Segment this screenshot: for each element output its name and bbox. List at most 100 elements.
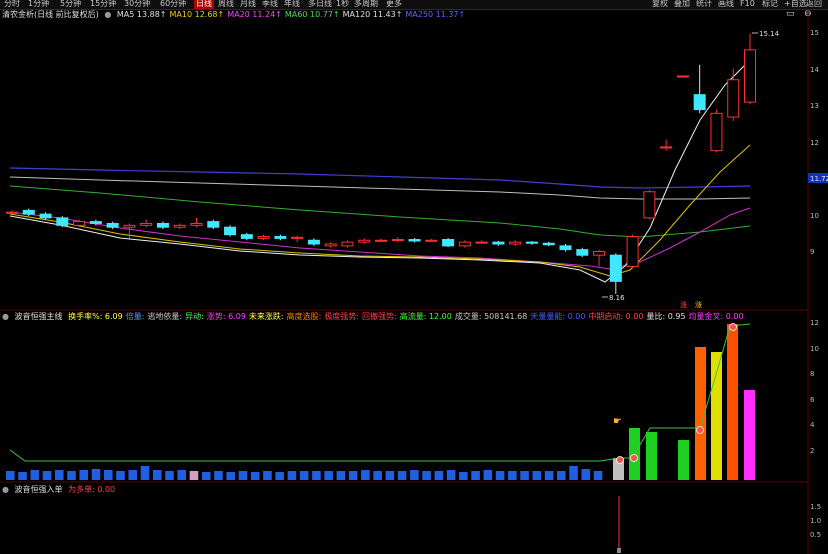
axis-tick: 12 <box>810 319 819 327</box>
candle-body <box>710 112 723 152</box>
axis-tick: 15 <box>810 29 819 37</box>
high-price-label: 15.14 <box>759 30 780 38</box>
candle-body <box>727 79 740 118</box>
candle-body <box>676 75 689 78</box>
candle-body <box>458 241 471 247</box>
candle-body <box>492 241 505 245</box>
indicator-bar <box>336 471 346 480</box>
indicator-bar <box>483 470 493 480</box>
candle-body <box>207 221 220 228</box>
ma10-line <box>9 144 751 277</box>
indicator-bar <box>361 470 370 480</box>
axis-tick: 8 <box>810 370 815 378</box>
candle-body <box>576 249 589 256</box>
candle-body <box>56 217 69 226</box>
candle-body <box>291 236 304 239</box>
indicator-bar <box>569 466 578 480</box>
hand-cursor-icon: ☛ <box>613 416 622 427</box>
legend-item: 涨势: 6.09 <box>206 312 246 321</box>
candle-body <box>643 191 656 219</box>
indicator-bar <box>434 471 444 480</box>
candle-body <box>324 243 337 247</box>
candle-body <box>89 221 102 224</box>
axis-tick: 10 <box>810 344 819 353</box>
candle-body <box>475 241 488 244</box>
indicator-bar <box>581 469 591 480</box>
indicator-values: 换手率%: 6.09 倍量: 逃地依量: 异动: 涨势: 6.09 未来涨跌: 高度选股: 极… <box>68 312 747 321</box>
gear-icon[interactable]: ● <box>2 312 9 321</box>
indicator-bar <box>42 471 52 480</box>
indicator-bar <box>544 471 554 480</box>
axis-tick: 10 <box>810 211 819 220</box>
indicator-bar <box>508 471 517 480</box>
indicator-bar <box>348 471 358 480</box>
candle-body <box>6 211 18 214</box>
indicator-bar <box>128 470 138 480</box>
indicator-bar <box>520 471 529 480</box>
axis-tick: 12 <box>810 138 819 147</box>
indicator-bar <box>165 471 174 480</box>
axis-tick: 4 <box>810 421 815 429</box>
sub-legend: ● 波音恒强入单 为多单: 0.00 <box>2 484 121 496</box>
signal-bar <box>678 440 689 480</box>
indicator-bar <box>312 471 321 480</box>
legend-item: 天量量能: 0.00 <box>530 312 586 321</box>
indicator-legend: ● 波音恒强主线 换手率%: 6.09 倍量: 逃地依量: 异动: 涨势: 6.09 未来… <box>2 311 750 323</box>
candle-body <box>140 222 153 226</box>
candle-body <box>693 94 706 111</box>
chart-area[interactable]: 15.14 8.16 涨 涨 11.72 ☛ <box>0 0 828 554</box>
indicator-bar <box>67 471 76 480</box>
candle-body <box>73 221 86 226</box>
legend-item: 倍量: <box>125 312 145 321</box>
axis-tick: 1.0 <box>810 517 822 525</box>
candle-body <box>626 236 639 267</box>
legend-item: 中期启动: 0.00 <box>588 312 644 321</box>
indicator-bar <box>397 471 407 480</box>
indicator-bar <box>152 470 162 480</box>
legend-item: 极度强势: <box>324 312 360 321</box>
gear-icon[interactable]: ● <box>2 485 9 494</box>
candle-body <box>408 239 421 242</box>
ma250-line <box>9 167 751 189</box>
indicator-bar <box>299 471 309 480</box>
legend-item: 量比: 0.95 <box>646 312 686 321</box>
candle-body <box>173 224 186 228</box>
candle-body <box>224 226 237 236</box>
indicator-title: 波音恒强主线 <box>14 312 63 321</box>
signal-bar <box>646 432 657 480</box>
axis-tick: 9 <box>810 248 815 256</box>
signal-bar <box>727 324 738 480</box>
indicator-bar <box>238 471 248 480</box>
candle-body <box>509 241 522 245</box>
candle-body <box>22 209 35 215</box>
indicator-bar <box>593 471 603 480</box>
axis-tick: 11 <box>810 175 819 183</box>
candle-body <box>39 213 52 219</box>
indicator-bar <box>250 472 260 480</box>
indicator-bar <box>54 470 64 480</box>
indicator-bar <box>30 470 40 480</box>
candle-body <box>442 239 455 247</box>
candle-body <box>559 245 572 251</box>
low-price-label: 8.16 <box>609 294 625 302</box>
candle-body <box>542 242 555 246</box>
legend-item: 未来涨跌: <box>248 312 284 321</box>
indicator-bar <box>91 469 101 480</box>
indicator-bar <box>557 471 566 480</box>
candle-body <box>190 222 203 226</box>
indicator-bar <box>140 466 150 480</box>
candle-body <box>257 236 270 239</box>
legend-item: 异动: <box>185 312 204 321</box>
candle-body <box>274 236 287 239</box>
indicator-bar <box>79 470 89 480</box>
legend-item: 高流量: 12.00 <box>399 312 452 321</box>
indicator-bar <box>471 471 480 480</box>
indicator-bar <box>6 471 15 480</box>
candle-body <box>391 239 404 242</box>
indicator-bar <box>263 471 272 480</box>
indicator-bar <box>373 471 382 480</box>
legend-item: 逃地依量: <box>147 312 183 321</box>
candle-body <box>425 239 438 242</box>
indicator-bar <box>532 471 542 480</box>
signal-marker-2: 涨 <box>695 300 702 309</box>
